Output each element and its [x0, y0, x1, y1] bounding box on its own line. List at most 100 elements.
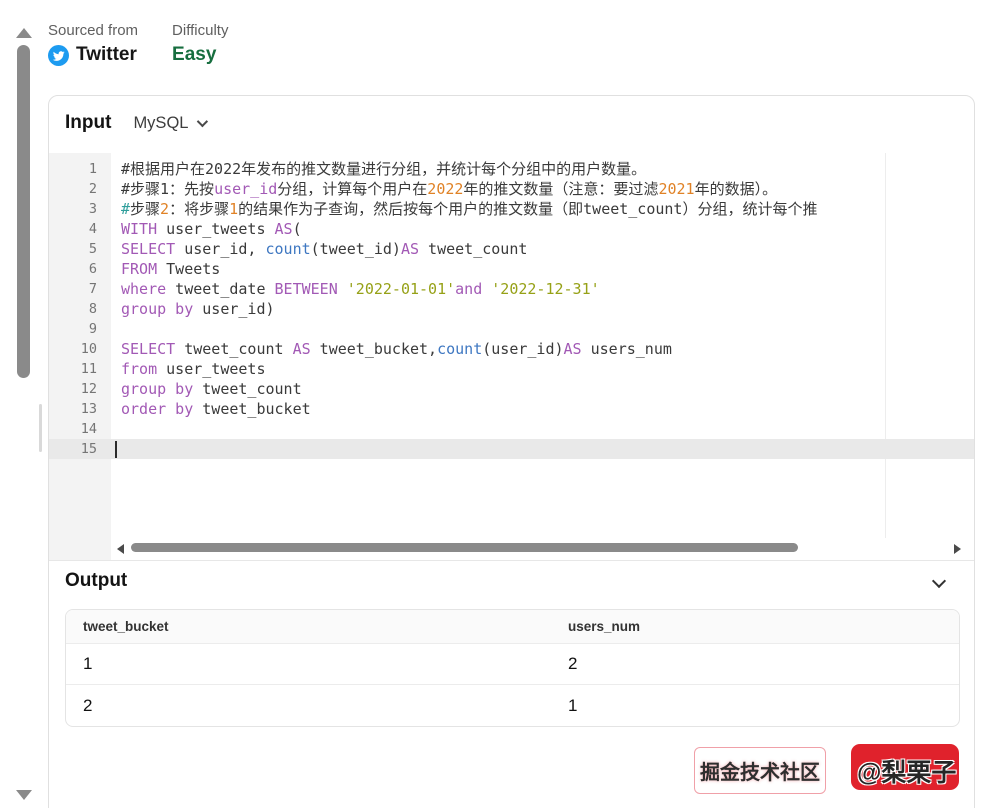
- output-collapse-chevron-icon[interactable]: [932, 574, 946, 588]
- line-number: 5: [49, 239, 111, 259]
- input-panel-title: Input: [65, 112, 111, 134]
- code-segment: #步骤1：先按: [121, 180, 214, 198]
- line-number: 2: [49, 179, 111, 199]
- code-segment: FROM: [121, 260, 157, 278]
- code-segment: where: [121, 280, 166, 298]
- code-segment: user_id): [193, 300, 274, 318]
- code-text: FROM Tweets: [111, 259, 220, 279]
- source-block[interactable]: Sourced from Twitter: [48, 22, 138, 66]
- line-number: 14: [49, 419, 111, 439]
- vertical-scrollbar-thumb[interactable]: [17, 45, 30, 378]
- horizontal-scrollbar[interactable]: [49, 542, 974, 556]
- line-number: 8: [49, 299, 111, 319]
- code-line[interactable]: 7where tweet_date BETWEEN '2022-01-01'an…: [49, 279, 974, 299]
- code-segment: AS: [401, 240, 419, 258]
- table-row: 21: [66, 685, 959, 726]
- code-segment: [482, 280, 491, 298]
- code-segment: user_tweets: [157, 220, 274, 238]
- author-watermark-text: @梨栗子: [857, 753, 956, 789]
- code-segment: [338, 280, 347, 298]
- code-text: from user_tweets: [111, 359, 266, 379]
- language-value: MySQL: [133, 114, 188, 133]
- code-text: where tweet_date BETWEEN '2022-01-01'and…: [111, 279, 600, 299]
- code-segment: SELECT: [121, 240, 175, 258]
- code-text: #步骤2：将步骤1的结果作为子查询，然后按每个用户的推文数量（即tweet_co…: [111, 199, 817, 219]
- code-segment: AS: [293, 340, 311, 358]
- code-segment: count: [437, 340, 482, 358]
- code-segment: '2022-12-31': [491, 280, 599, 298]
- code-text: group by user_id): [111, 299, 275, 319]
- code-segment: ：将步骤: [169, 200, 229, 218]
- code-line[interactable]: 14: [49, 419, 974, 439]
- secondary-scrollbar-thumb[interactable]: [39, 404, 42, 452]
- code-text: WITH user_tweets AS(: [111, 219, 302, 239]
- code-line[interactable]: 8group by user_id): [49, 299, 974, 319]
- code-text: group by tweet_count: [111, 379, 302, 399]
- code-segment: users_num: [582, 340, 672, 358]
- code-line[interactable]: 15: [49, 439, 974, 459]
- question-meta: Sourced from Twitter Difficulty Easy: [48, 22, 228, 66]
- language-dropdown[interactable]: MySQL: [133, 114, 205, 133]
- code-line[interactable]: 6FROM Tweets: [49, 259, 974, 279]
- code-segment: 2022: [427, 180, 463, 198]
- table-cell: 2: [567, 654, 959, 674]
- line-number: 1: [49, 159, 111, 179]
- difficulty-block: Difficulty Easy: [172, 22, 228, 66]
- code-line[interactable]: 9: [49, 319, 974, 339]
- code-segment: count: [266, 240, 311, 258]
- chevron-down-icon: [197, 116, 208, 127]
- code-line[interactable]: 2#步骤1：先按user_id分组，计算每个用户在2022年的推文数量（注意：要…: [49, 179, 974, 199]
- table-row: 12: [66, 644, 959, 685]
- code-segment: user_id: [214, 180, 277, 198]
- community-watermark-text: 掘金技术社区: [700, 756, 820, 785]
- code-line[interactable]: 1#根据用户在2022年发布的推文数量进行分组，并统计每个分组中的用户数量。: [49, 159, 974, 179]
- twitter-bird-icon: [48, 45, 69, 66]
- code-segment: 2: [160, 200, 169, 218]
- line-number: 12: [49, 379, 111, 399]
- code-segment: 2021: [658, 180, 694, 198]
- output-table-body: 1221: [66, 644, 959, 726]
- code-segment: tweet_count: [175, 340, 292, 358]
- code-text: [111, 419, 121, 439]
- code-segment: (user_id): [482, 340, 563, 358]
- code-segment: tweet_count: [419, 240, 527, 258]
- scroll-right-arrow-icon[interactable]: [954, 544, 961, 554]
- code-segment: 步骤: [130, 200, 160, 218]
- line-number: 10: [49, 339, 111, 359]
- horizontal-scrollbar-thumb[interactable]: [131, 543, 798, 552]
- code-segment: order by: [121, 400, 193, 418]
- code-text: SELECT user_id, count(tweet_id)AS tweet_…: [111, 239, 527, 259]
- code-line[interactable]: 3#步骤2：将步骤1的结果作为子查询，然后按每个用户的推文数量（即tweet_c…: [49, 199, 974, 219]
- code-segment: tweet_count: [193, 380, 301, 398]
- code-editor[interactable]: 1#根据用户在2022年发布的推文数量进行分组，并统计每个分组中的用户数量。2#…: [49, 153, 974, 560]
- output-panel-title: Output: [65, 570, 127, 592]
- code-segment: #: [121, 200, 130, 218]
- difficulty-label: Difficulty: [172, 22, 228, 39]
- line-number: 15: [49, 439, 111, 459]
- scroll-left-arrow-icon[interactable]: [117, 544, 124, 554]
- code-segment: (tweet_id): [311, 240, 401, 258]
- code-segment: tweet_bucket: [193, 400, 310, 418]
- code-segment: (: [293, 220, 302, 238]
- difficulty-badge: Easy: [172, 44, 228, 66]
- code-line[interactable]: 11from user_tweets: [49, 359, 974, 379]
- code-line[interactable]: 5SELECT user_id, count(tweet_id)AS tweet…: [49, 239, 974, 259]
- scroll-up-arrow-icon[interactable]: [16, 28, 32, 38]
- code-line[interactable]: 10 SELECT tweet_count AS tweet_bucket,cou…: [49, 339, 974, 359]
- column-header: tweet_bucket: [66, 619, 567, 634]
- code-segment: tweet_bucket,: [311, 340, 437, 358]
- section-divider: [49, 560, 974, 561]
- editor-lines: 1#根据用户在2022年发布的推文数量进行分组，并统计每个分组中的用户数量。2#…: [49, 159, 974, 459]
- code-segment: Tweets: [157, 260, 220, 278]
- code-segment: AS: [275, 220, 293, 238]
- line-number: 9: [49, 319, 111, 339]
- code-segment: 分组，计算每个用户在: [277, 180, 427, 198]
- table-cell: 1: [567, 696, 959, 716]
- code-line[interactable]: 12group by tweet_count: [49, 379, 974, 399]
- code-segment: group by: [121, 380, 193, 398]
- code-line[interactable]: 13order by tweet_bucket: [49, 399, 974, 419]
- code-text: #步骤1：先按user_id分组，计算每个用户在2022年的推文数量（注意：要过…: [111, 179, 777, 199]
- code-line[interactable]: 4WITH user_tweets AS(: [49, 219, 974, 239]
- scroll-down-arrow-icon[interactable]: [16, 790, 32, 800]
- code-segment: SELECT: [121, 340, 175, 358]
